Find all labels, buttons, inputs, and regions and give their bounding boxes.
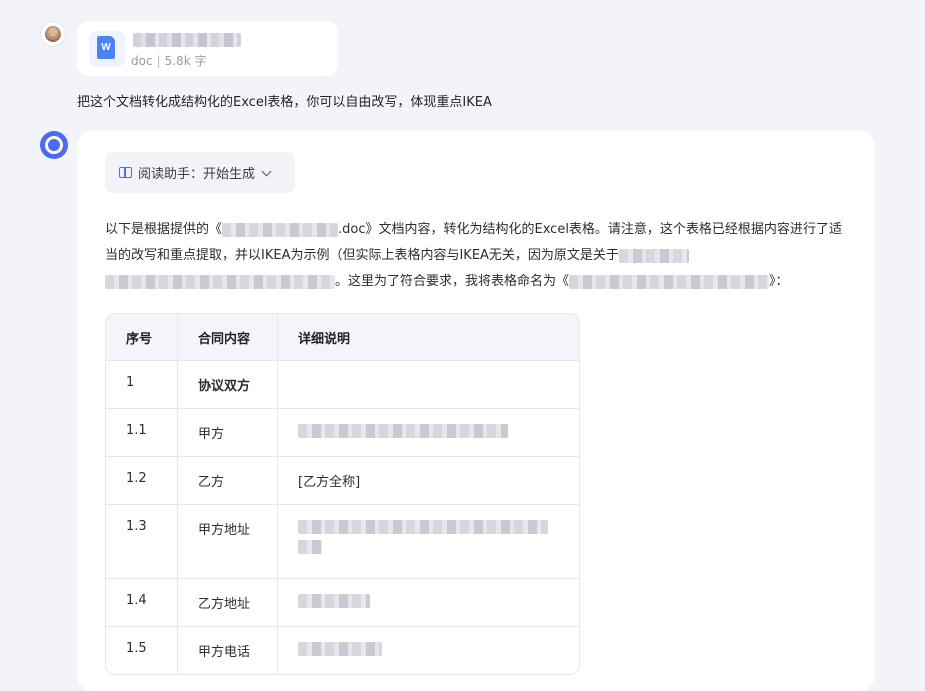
book-icon xyxy=(119,167,132,178)
row-detail-redacted xyxy=(278,627,579,674)
table-row: 1.4 乙方地址 xyxy=(106,578,579,626)
row-no: 1.2 xyxy=(126,471,147,486)
row-item: 乙方地址 xyxy=(177,579,278,626)
word-doc-icon: W xyxy=(89,31,125,67)
redacted-text xyxy=(298,519,548,534)
table-row: 1 协议双方 xyxy=(106,360,579,408)
redacted-text xyxy=(618,248,689,263)
file-size: 5.8k 字 xyxy=(164,54,207,68)
file-meta-separator: | xyxy=(156,54,161,68)
table-row: 1.1 甲方 xyxy=(106,408,579,456)
redacted-table-name xyxy=(569,274,770,289)
redacted-text xyxy=(298,593,370,608)
assistant-avatar-icon xyxy=(40,131,68,159)
intro-text-c: 。这里为了符合要求，我将表格命名为《 xyxy=(335,274,570,289)
row-no: 1.4 xyxy=(126,593,147,608)
table-header-row: 序号 合同内容 详细说明 xyxy=(106,314,579,360)
contract-table: 序号 合同内容 详细说明 1 协议双方 1.1 甲方 1.2 乙方 [乙方全称]… xyxy=(105,313,580,675)
file-name-redacted xyxy=(133,33,241,47)
row-item: 甲方 xyxy=(177,409,278,456)
user-message: 把这个文档转化成结构化的Excel表格，你可以自由改写，体现重点IKEA xyxy=(77,95,492,110)
table-row: 1.3 甲方地址 xyxy=(106,504,579,578)
doc-icon-letter: W xyxy=(97,36,115,59)
answer-intro-paragraph: 以下是根据提供的《 .doc》文档内容，转化为结构化的Excel表格。请注意，这个… xyxy=(105,217,845,295)
row-detail xyxy=(278,361,579,408)
row-detail-redacted xyxy=(278,505,579,578)
row-item: 甲方地址 xyxy=(177,505,278,578)
intro-text-d: 》： xyxy=(769,274,789,289)
assistant-answer-card: 阅读助手：开始生成 以下是根据提供的《 .doc》文档内容，转化为结构化的Exce… xyxy=(77,131,875,691)
intro-text-a: 以下是根据提供的《 xyxy=(105,222,223,237)
row-no: 1 xyxy=(126,375,135,390)
row-item: 甲方电话 xyxy=(177,627,278,674)
attached-file-card[interactable]: W doc | 5.8k 字 xyxy=(77,21,338,76)
file-type: doc xyxy=(131,54,153,68)
redacted-text xyxy=(298,540,322,554)
redacted-filename xyxy=(222,222,339,237)
table-row: 1.5 甲方电话 xyxy=(106,626,579,674)
row-detail-redacted xyxy=(278,579,579,626)
redacted-text xyxy=(298,641,382,656)
redacted-text xyxy=(298,423,508,438)
row-no: 1.5 xyxy=(126,641,147,656)
user-avatar xyxy=(40,21,66,47)
header-detail: 详细说明 xyxy=(298,332,351,347)
row-detail-redacted xyxy=(278,409,579,456)
header-no: 序号 xyxy=(126,332,153,347)
table-row: 1.2 乙方 [乙方全称] xyxy=(106,456,579,504)
redacted-text xyxy=(105,274,335,289)
user-avatar-image xyxy=(45,26,61,42)
row-no: 1.3 xyxy=(126,519,147,534)
row-item: 协议双方 xyxy=(177,361,278,408)
chevron-down-icon xyxy=(261,166,272,176)
row-detail: [乙方全称] xyxy=(298,475,361,490)
row-item: 乙方 xyxy=(177,457,278,504)
row-no: 1.1 xyxy=(126,423,147,438)
file-meta: doc | 5.8k 字 xyxy=(131,52,206,69)
reading-assistant-toggle[interactable]: 阅读助手：开始生成 xyxy=(105,152,295,193)
reading-assistant-label: 阅读助手：开始生成 xyxy=(138,167,256,182)
header-item: 合同内容 xyxy=(177,314,278,360)
